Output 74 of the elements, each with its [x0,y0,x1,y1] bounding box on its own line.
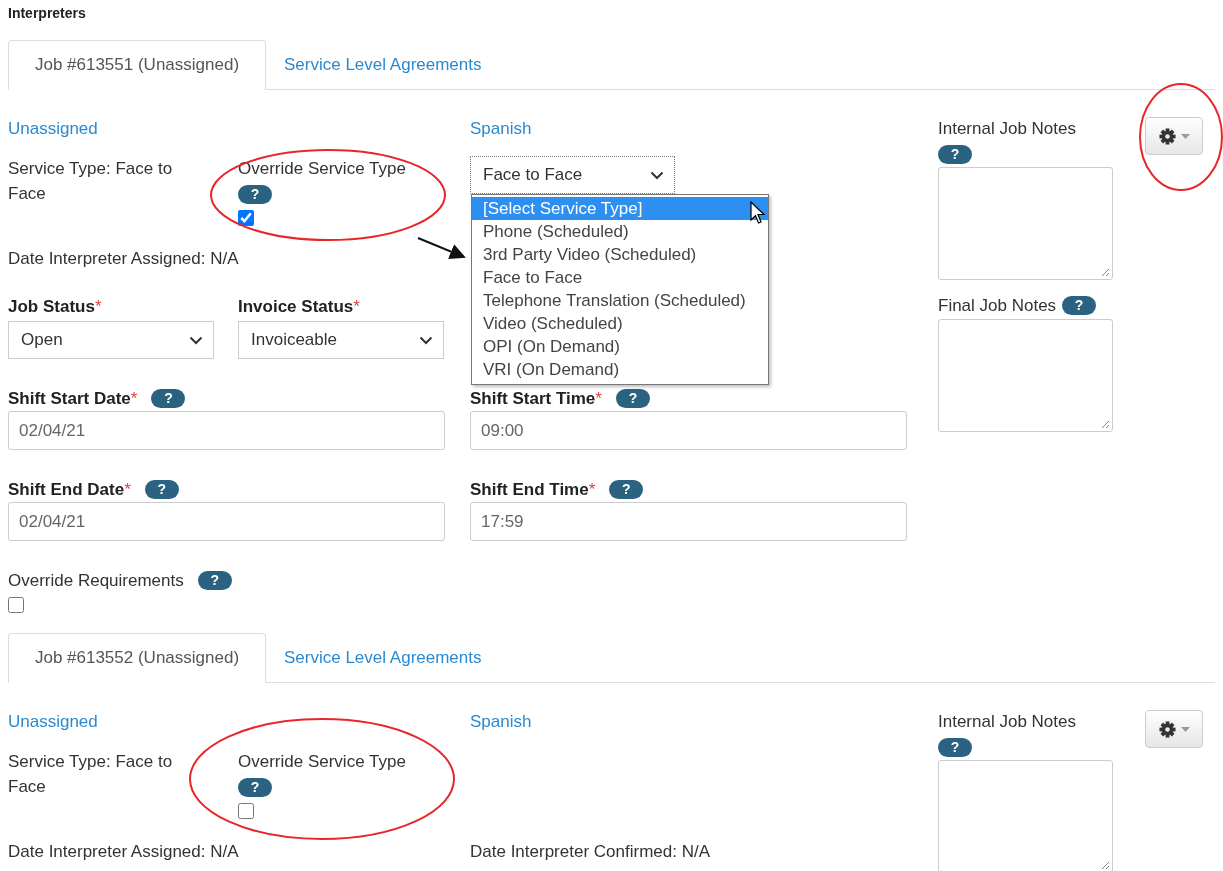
dropdown-option[interactable]: 3rd Party Video (Scheduled) [472,243,768,266]
field-label: Invoice Status [238,297,354,316]
service-type-select[interactable]: Face to Face [470,156,675,194]
resize-grip-icon [1100,267,1110,277]
checkbox[interactable] [8,597,24,613]
dropdown-option[interactable]: Phone (Scheduled) [472,220,768,243]
date-assigned-text: Date Interpreter Assigned: N/A [8,842,239,861]
override-label: Override Service Type [238,159,406,179]
checkbox[interactable] [238,210,254,226]
required-mark: * [130,389,138,408]
tab[interactable]: Job #613552 (Unassigned) [8,633,266,683]
field-label: Shift End Time [470,480,589,499]
required-mark: * [588,480,596,499]
tab[interactable]: Job #613551 (Unassigned) [8,40,266,90]
cursor-icon [750,201,766,225]
required-mark: * [353,297,360,316]
required-mark: * [595,389,602,408]
settings-button[interactable] [1145,710,1203,748]
override-label: Override Requirements [8,571,184,590]
service-type-text: Service Type: Face to Face [8,751,174,798]
settings-icon [1158,127,1176,145]
override-label: Override Service Type [238,752,406,772]
field-label: Shift Start Date [8,389,131,408]
status-select[interactable]: Open [8,321,214,359]
text-field[interactable]: 09:00 [470,411,907,450]
required-mark: * [124,480,131,499]
language-link[interactable]: Spanish [470,712,532,731]
dropdown-option[interactable]: VRI (On Demand) [472,358,768,381]
help-badge[interactable]: ? [144,480,179,499]
dropdown-option[interactable]: Face to Face [472,266,768,289]
help-badge[interactable]: ? [938,738,972,757]
help-badge[interactable]: ? [238,778,272,797]
chevron-icon [189,335,203,345]
caret-icon [1180,133,1190,139]
required-mark: * [94,297,102,316]
dropdown-option[interactable]: [Select Service Type] [472,197,768,220]
annotation-arrow [417,237,466,260]
service-type-text: Service Type: Face to Face [8,158,174,205]
help-badge[interactable]: ? [238,185,272,204]
interpreter-link[interactable]: Unassigned [8,119,98,138]
resize-grip-icon [1100,860,1110,870]
text-field[interactable]: 17:59 [470,502,907,541]
settings-icon [1158,720,1176,738]
settings-button[interactable] [1145,117,1203,155]
notes-label: Final Job Notes [938,296,1057,315]
caret-icon [1180,726,1190,732]
chevron-icon [650,170,664,180]
chevron-icon [419,335,433,345]
date-assigned-text: Date Interpreter Assigned: N/A [8,249,239,268]
text-field[interactable]: 02/04/21 [8,411,445,450]
section-title: Interpreters [8,4,87,23]
resize-grip-icon [1100,419,1110,429]
date-confirmed-text: Date Interpreter Confirmed: N/A [470,842,710,861]
help-badge[interactable]: ? [197,571,232,590]
dropdown-option[interactable]: Telephone Translation (Scheduled) [472,289,768,312]
help-badge[interactable]: ? [1062,296,1097,315]
notes-label: Internal Job Notes [938,712,1077,732]
dropdown-option[interactable]: Video (Scheduled) [472,312,768,335]
help-badge[interactable]: ? [938,145,972,164]
help-badge[interactable]: ? [609,480,644,499]
interpreter-link[interactable]: Unassigned [8,712,98,731]
field-label: Shift End Date [8,480,125,499]
dropdown-option[interactable]: OPI (On Demand) [472,335,768,358]
tab[interactable]: Service Level Agreements [266,40,500,90]
tab[interactable]: Service Level Agreements [266,633,500,683]
notes-label: Internal Job Notes [938,119,1077,139]
help-badge[interactable]: ? [151,389,186,408]
language-link[interactable]: Spanish [470,119,532,138]
field-label: Shift Start Time [470,389,596,408]
text-field[interactable]: 02/04/21 [8,502,445,541]
field-label: Job Status [8,297,95,316]
checkbox[interactable] [238,803,254,819]
status-select[interactable]: Invoiceable [238,321,444,359]
help-badge[interactable]: ? [615,389,650,408]
